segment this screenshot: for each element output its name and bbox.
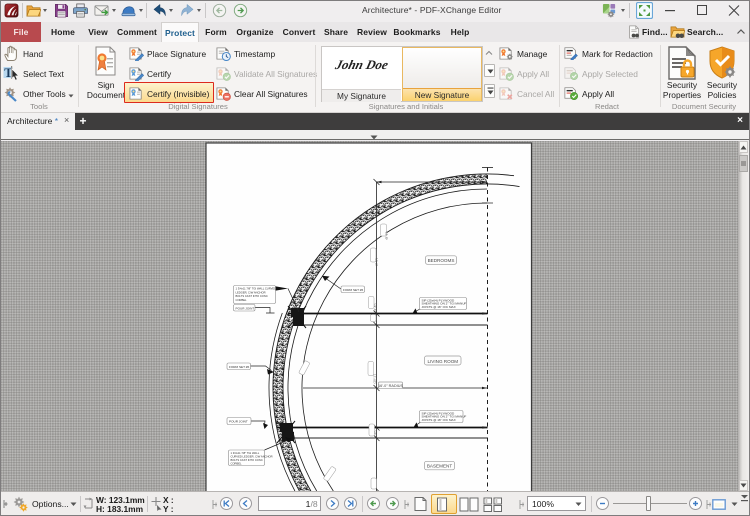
svg-text:(9'-1"): (9'-1") [375,258,379,266]
svg-text:CORBEL: CORBEL [236,298,248,302]
svg-text:CORBEL: CORBEL [231,462,243,466]
svg-text:(2'-6"): (2'-6") [374,431,378,439]
svg-text:LEDGER, C/W ANCHOR: LEDGER, C/W ANCHOR [236,290,266,294]
svg-text:BOLTS CAST INTO CONC: BOLTS CAST INTO CONC [231,458,263,462]
svg-text:CURVED LEDGER, C/W ANCHOR: CURVED LEDGER, C/W ANCHOR [231,454,273,458]
svg-text:(8'-2"): (8'-2") [385,232,389,240]
svg-text:FORM SET #6: FORM SET #6 [229,365,250,369]
svg-text:JOISTS @ 16" O/C MAX: JOISTS @ 16" O/C MAX [422,305,456,309]
svg-text:(10'-1"): (10'-1") [373,374,377,384]
svg-text:(2'-6"): (2'-6") [373,304,377,312]
svg-text:BASEMENT: BASEMENT [427,464,452,469]
svg-text:16'-0" RADIUS: 16'-0" RADIUS [378,384,404,388]
svg-text:1 3/4x11 7/8" TGI WALL: 1 3/4x11 7/8" TGI WALL [231,451,260,455]
svg-text:BOLTS CAST INTO CONC: BOLTS CAST INTO CONC [236,294,268,298]
svg-text:BEDROOMS: BEDROOMS [428,258,455,263]
svg-text:POUR JOINT: POUR JOINT [236,306,255,310]
svg-text:JOISTS @ 16" O/C MAX: JOISTS @ 16" O/C MAX [422,418,456,422]
svg-text:POUR JOINT: POUR JOINT [229,420,248,424]
svg-text:LIVING ROOM: LIVING ROOM [427,359,458,364]
svg-text:1 3/4x11 7/8" TGI WALL CURVED: 1 3/4x11 7/8" TGI WALL CURVED [236,287,277,291]
svg-text:FORM SET #6: FORM SET #6 [343,288,364,292]
